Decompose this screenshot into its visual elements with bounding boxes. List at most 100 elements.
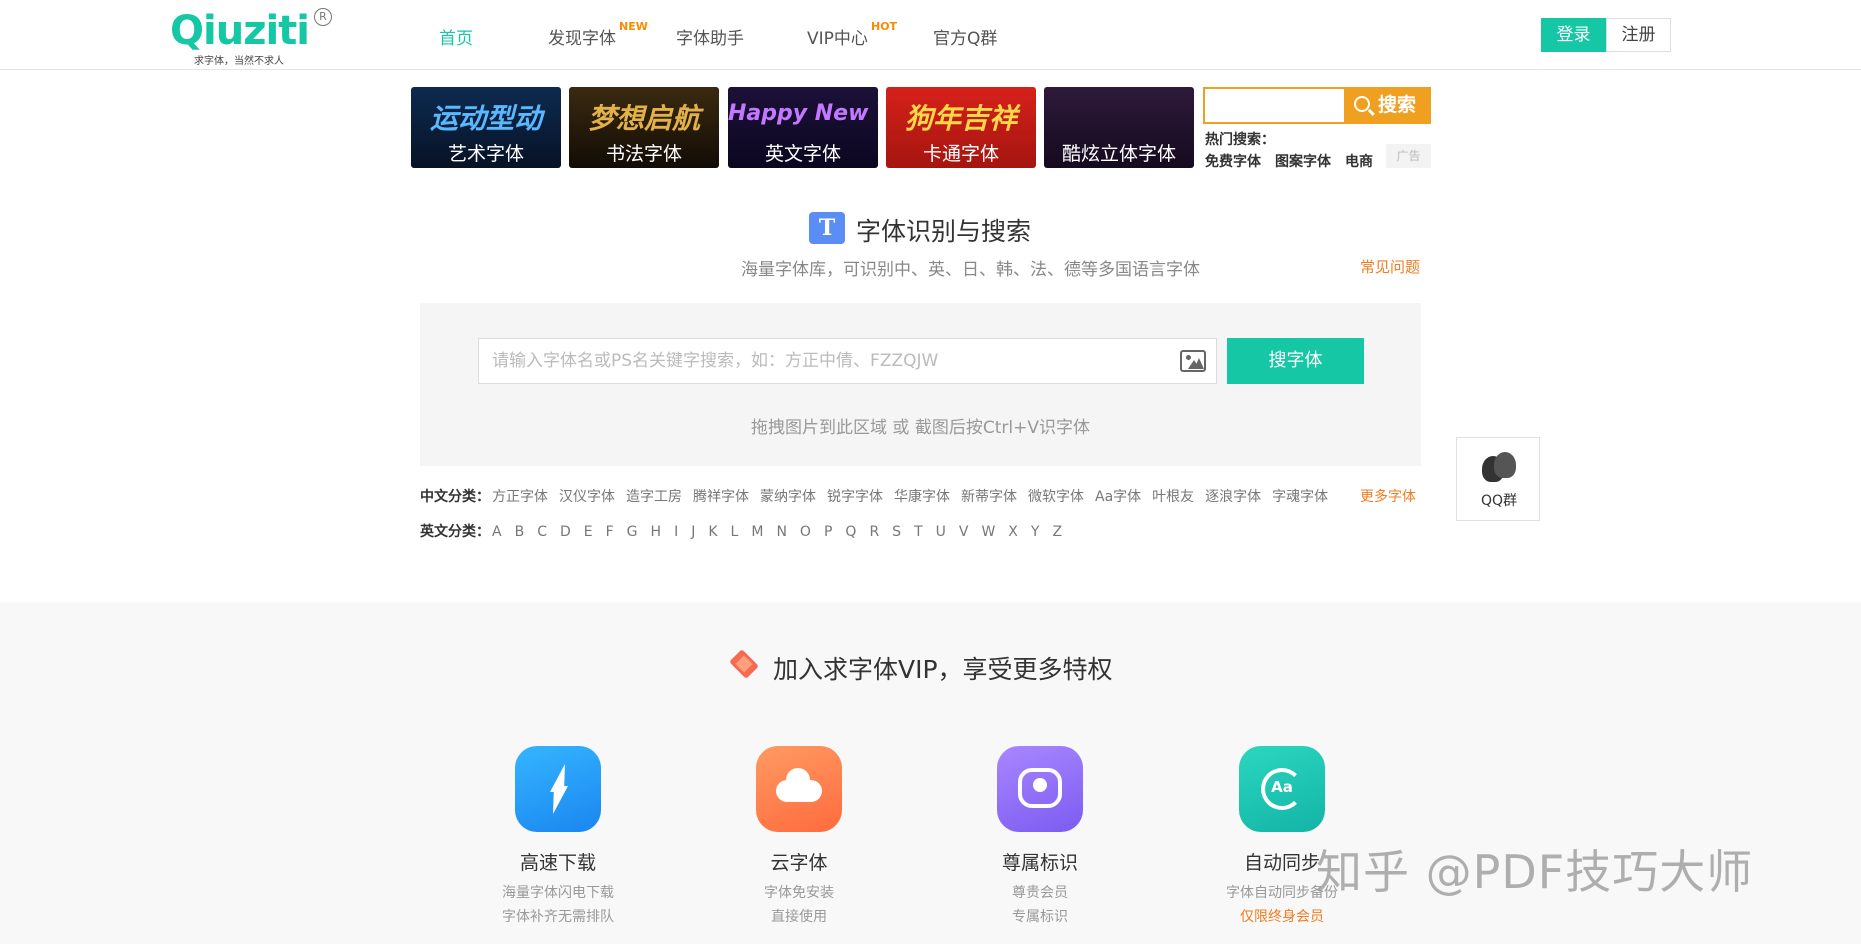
- banner-caption: 卡通字体: [922, 143, 999, 165]
- hot-search-item[interactable]: 图案字体: [1275, 154, 1331, 170]
- feature-desc: 尊贵会员: [1012, 885, 1068, 901]
- logo-wordmark: Qiuziti: [170, 8, 310, 54]
- letter-link[interactable]: Q: [845, 524, 856, 540]
- nav-discover-fonts[interactable]: 发现字体: [548, 24, 616, 49]
- feature-name: 云字体: [770, 852, 828, 874]
- top-navigation-bar: Qiuziti R 求字体，当然不求人 首页 发现字体 NEW 字体助手 VIP…: [0, 0, 1861, 70]
- banner-art-text: 狗年吉祥: [904, 102, 1017, 135]
- search-font-button[interactable]: 搜字体: [1227, 338, 1364, 384]
- category-link[interactable]: 字魂字体: [1272, 489, 1328, 505]
- qq-penguin-icon: [1482, 452, 1516, 482]
- category-link[interactable]: 华康字体: [894, 489, 950, 505]
- chinese-category-row: 中文分类： 方正字体 汉仪字体 造字工房 腾祥字体 蒙纳字体 锐字字体 华康字体 新蒂字体 微软字…: [420, 486, 1339, 506]
- letter-link[interactable]: H: [651, 524, 662, 540]
- nav-home[interactable]: 首页: [439, 24, 473, 49]
- faq-link[interactable]: 常见问题: [1360, 256, 1420, 277]
- letter-link[interactable]: B: [515, 524, 525, 540]
- letter-link[interactable]: F: [606, 524, 614, 540]
- diamond-icon: [727, 649, 761, 680]
- header-search-button-label: 搜索: [1378, 94, 1417, 116]
- feature-desc: 直接使用: [771, 909, 827, 925]
- letter-link[interactable]: C: [537, 524, 547, 540]
- letter-link[interactable]: V: [959, 524, 969, 540]
- letter-link[interactable]: T: [914, 524, 923, 540]
- category-link[interactable]: 微软字体: [1028, 489, 1084, 505]
- banner-art-text: 梦想启航: [587, 102, 700, 135]
- hot-search-item[interactable]: 电商: [1345, 154, 1373, 170]
- ad-label: 广告: [1386, 144, 1431, 168]
- more-fonts-link[interactable]: 更多字体: [1360, 486, 1416, 506]
- nav-vip-center[interactable]: VIP中心: [807, 24, 868, 49]
- page-title: 字体识别与搜索: [856, 217, 1032, 246]
- letter-link[interactable]: S: [892, 524, 901, 540]
- letter-link[interactable]: W: [981, 524, 995, 540]
- letter-link[interactable]: M: [751, 524, 763, 540]
- hot-search-item[interactable]: 免费字体: [1205, 154, 1261, 170]
- drag-drop-hint: 拖拽图片到此区域 或 截图后按Ctrl+V识字体: [751, 418, 1090, 438]
- letter-link[interactable]: G: [627, 524, 638, 540]
- qq-group-label: QQ群: [1480, 493, 1518, 509]
- category-link[interactable]: 造字工房: [626, 489, 682, 505]
- font-recognition-icon: T: [809, 212, 845, 244]
- new-badge: NEW: [619, 20, 648, 33]
- category-link[interactable]: 汉仪字体: [559, 489, 615, 505]
- letter-link[interactable]: I: [674, 524, 678, 540]
- letter-link[interactable]: A: [492, 524, 502, 540]
- sync-icon: Aa: [1239, 746, 1325, 832]
- header-search-button[interactable]: 搜索: [1344, 87, 1431, 124]
- banner-caption: 艺术字体: [447, 143, 524, 165]
- letter-link[interactable]: X: [1008, 524, 1018, 540]
- letter-link[interactable]: J: [691, 524, 695, 540]
- letter-link[interactable]: Z: [1052, 524, 1062, 540]
- feature-desc: 海量字体闪电下载: [502, 885, 614, 901]
- category-link[interactable]: 锐字字体: [827, 489, 883, 505]
- banner-art-text: 运动型动: [429, 102, 542, 135]
- banner-art-fonts[interactable]: 运动型动 艺术字体: [411, 87, 561, 168]
- letter-link[interactable]: E: [584, 524, 593, 540]
- feature-desc: 字体补齐无需排队: [502, 909, 614, 925]
- hot-search-list: 免费字体 图案字体 电商: [1205, 151, 1390, 171]
- banner-3d-fonts[interactable]: 酷炫立体字体: [1044, 87, 1194, 168]
- category-link[interactable]: 腾祥字体: [693, 489, 749, 505]
- feature-name: 高速下载: [519, 852, 596, 874]
- letter-link[interactable]: P: [824, 524, 832, 540]
- letter-link[interactable]: L: [731, 524, 739, 540]
- banner-caption: 英文字体: [764, 143, 841, 165]
- vip-section-title: 加入求字体VIP，享受更多特权: [773, 655, 1113, 684]
- nav-official-qq-group[interactable]: 官方Q群: [933, 24, 997, 49]
- font-search-field: [478, 338, 1217, 384]
- qq-group-float-button[interactable]: QQ群: [1456, 437, 1540, 521]
- banner-cartoon-fonts[interactable]: 狗年吉祥 卡通字体: [886, 87, 1036, 168]
- category-link[interactable]: 叶根友: [1152, 489, 1194, 505]
- category-link[interactable]: 蒙纳字体: [760, 489, 816, 505]
- image-upload-icon[interactable]: [1180, 350, 1206, 372]
- feature-desc-highlight: 仅限终身会员: [1240, 909, 1324, 925]
- category-link[interactable]: Aa字体: [1095, 489, 1141, 505]
- logo-slogan: 求字体，当然不求人: [194, 56, 284, 67]
- banner-english-fonts[interactable]: Happy New Year 英文字体: [728, 87, 878, 168]
- nav-font-assistant[interactable]: 字体助手: [676, 24, 744, 49]
- font-search-input[interactable]: [479, 339, 1159, 383]
- letter-link[interactable]: R: [869, 524, 879, 540]
- letter-link[interactable]: K: [708, 524, 717, 540]
- register-button[interactable]: 注册: [1606, 18, 1671, 52]
- font-search-drop-zone[interactable]: 搜字体 拖拽图片到此区域 或 截图后按Ctrl+V识字体: [420, 303, 1421, 466]
- banner-art-text: Happy New Year: [728, 101, 878, 126]
- site-logo[interactable]: Qiuziti R 求字体，当然不求人: [170, 8, 345, 67]
- letter-link[interactable]: O: [800, 524, 811, 540]
- hot-search-label: 热门搜索：: [1205, 132, 1275, 148]
- category-link[interactable]: 新蒂字体: [961, 489, 1017, 505]
- badge-icon: [997, 746, 1083, 832]
- category-link[interactable]: 逐浪字体: [1205, 489, 1261, 505]
- category-link[interactable]: 方正字体: [492, 489, 548, 505]
- page-subtitle: 海量字体库，可识别中、英、日、韩、法、德等多国语言字体: [741, 260, 1200, 280]
- letter-link[interactable]: U: [936, 524, 946, 540]
- login-button[interactable]: 登录: [1541, 18, 1606, 52]
- letter-link[interactable]: D: [560, 524, 571, 540]
- letter-link[interactable]: N: [776, 524, 786, 540]
- hot-badge: HOT: [871, 20, 898, 33]
- banner-caption: 酷炫立体字体: [1061, 143, 1176, 165]
- banner-calligraphy-fonts[interactable]: 梦想启航 书法字体: [569, 87, 719, 168]
- letter-link[interactable]: Y: [1031, 524, 1040, 540]
- lightning-icon: [515, 746, 601, 832]
